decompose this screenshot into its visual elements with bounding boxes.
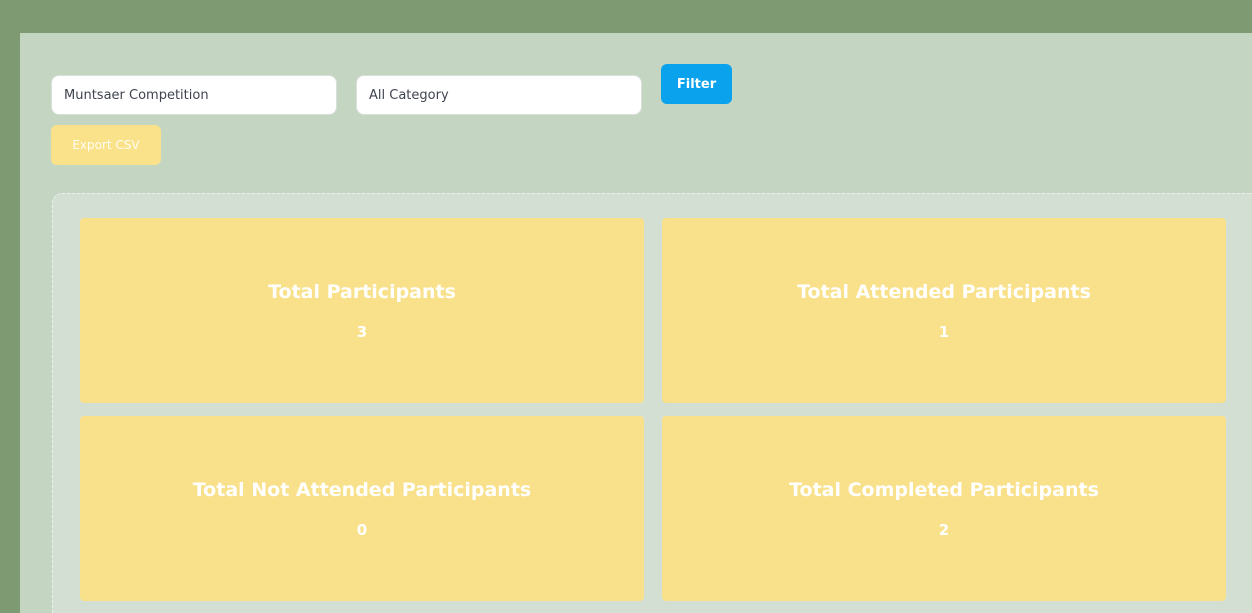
stat-card-title: Total Participants [268, 280, 456, 303]
stat-card-total-not-attended: Total Not Attended Participants 0 [80, 416, 644, 601]
stat-card-value: 0 [356, 520, 368, 539]
stats-panel: Total Participants 3 Total Attended Part… [52, 193, 1252, 613]
stat-card-total-participants: Total Participants 3 [80, 218, 644, 403]
stat-card-title: Total Not Attended Participants [192, 478, 532, 501]
stat-card-value: 2 [938, 520, 950, 539]
stat-card-value: 3 [356, 322, 368, 341]
stat-card-value: 1 [938, 322, 950, 341]
filter-button-label: Filter [676, 76, 717, 92]
competition-select-value: Muntsaer Competition [64, 87, 209, 103]
export-csv-button[interactable]: Export CSV [51, 125, 161, 165]
stat-card-title: Total Completed Participants [789, 478, 1099, 501]
filter-button[interactable]: Filter [661, 64, 732, 104]
stat-card-total-attended: Total Attended Participants 1 [662, 218, 1226, 403]
stat-card-title: Total Attended Participants [797, 280, 1091, 303]
export-csv-button-label: Export CSV [72, 138, 140, 152]
competition-select[interactable]: Muntsaer Competition [51, 75, 337, 115]
stat-card-total-completed: Total Completed Participants 2 [662, 416, 1226, 601]
main-content: Muntsaer Competition All Category Filter… [20, 33, 1252, 613]
category-select-value: All Category [369, 87, 449, 103]
category-select[interactable]: All Category [356, 75, 642, 115]
